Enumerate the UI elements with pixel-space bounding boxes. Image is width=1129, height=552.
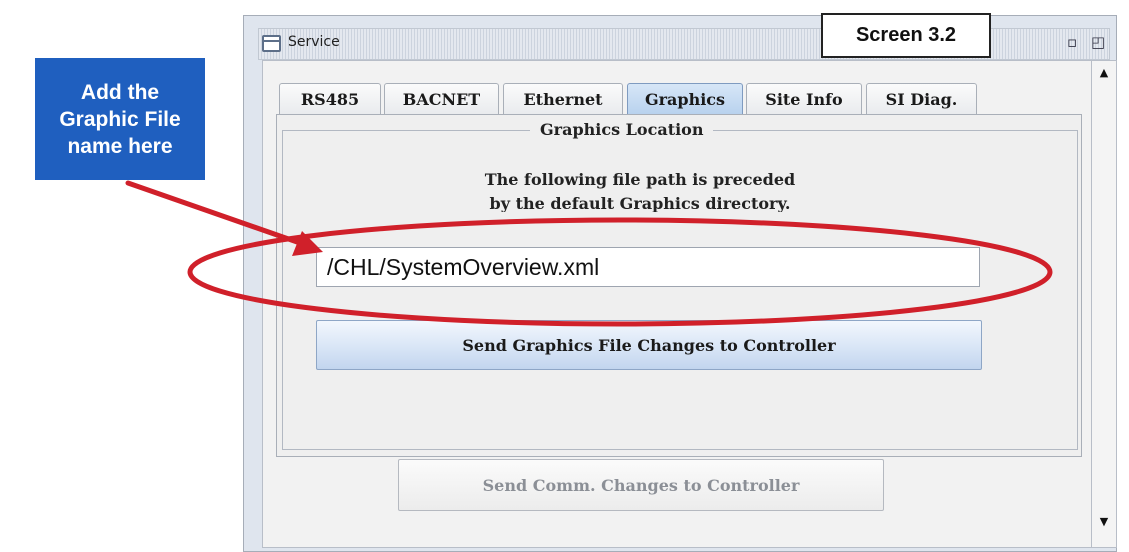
highlight-ellipse bbox=[187, 217, 1053, 327]
arrow-shaft bbox=[125, 180, 303, 246]
annotation-overlay bbox=[125, 180, 1053, 327]
